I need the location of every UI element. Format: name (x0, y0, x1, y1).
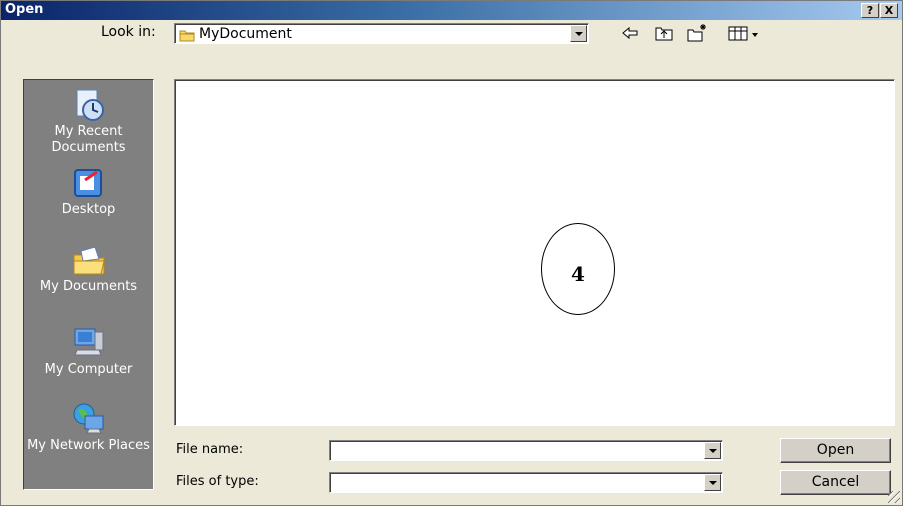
window-title: Open (5, 2, 44, 17)
up-folder-icon[interactable] (654, 23, 674, 43)
recent-documents-icon (24, 88, 153, 122)
view-menu-icon[interactable] (728, 23, 764, 43)
places-bar: My Recent Documents Desktop My Documents… (23, 79, 154, 490)
place-my-network-places[interactable]: My Network Places (24, 402, 153, 454)
place-label: Desktop (61, 202, 116, 217)
new-folder-icon[interactable] (686, 23, 708, 43)
place-desktop[interactable]: Desktop (24, 168, 153, 218)
place-my-recent-documents[interactable]: My Recent Documents (24, 88, 153, 156)
open-button[interactable]: Open (780, 438, 891, 463)
open-dialog: Open ? X Look in: MyDocument My Recent D… (0, 0, 903, 506)
resize-grip[interactable] (888, 491, 900, 503)
place-label: My Documents (39, 279, 138, 294)
my-computer-icon (24, 326, 153, 360)
network-places-icon (24, 402, 153, 436)
file-type-dropdown-button[interactable] (704, 474, 721, 491)
back-icon[interactable] (621, 23, 639, 43)
desktop-icon (24, 168, 153, 200)
my-documents-icon (24, 245, 153, 277)
place-my-documents[interactable]: My Documents (24, 245, 153, 295)
help-button[interactable]: ? (861, 3, 879, 18)
place-label: My Network Places (27, 438, 150, 453)
look-in-label: Look in: (101, 24, 156, 40)
title-bar[interactable]: Open ? X (1, 1, 902, 20)
close-button[interactable]: X (880, 3, 898, 18)
file-type-select[interactable] (329, 472, 723, 493)
folder-icon (179, 27, 195, 46)
annotation-circle: 4 (541, 223, 615, 315)
place-my-computer[interactable]: My Computer (24, 326, 153, 378)
file-name-input[interactable] (329, 440, 723, 461)
place-label: My Computer (44, 362, 133, 377)
file-list[interactable] (174, 79, 895, 426)
look-in-dropdown-button[interactable] (570, 25, 587, 42)
file-name-label: File name: (176, 442, 244, 457)
file-name-dropdown-button[interactable] (704, 442, 721, 459)
place-label: My Recent Documents (51, 124, 126, 155)
annotation-number: 4 (571, 262, 585, 286)
cancel-button[interactable]: Cancel (780, 470, 891, 495)
look-in-combo[interactable]: MyDocument (174, 23, 589, 44)
look-in-value: MyDocument (199, 26, 292, 42)
file-type-label: Files of type: (176, 474, 259, 489)
